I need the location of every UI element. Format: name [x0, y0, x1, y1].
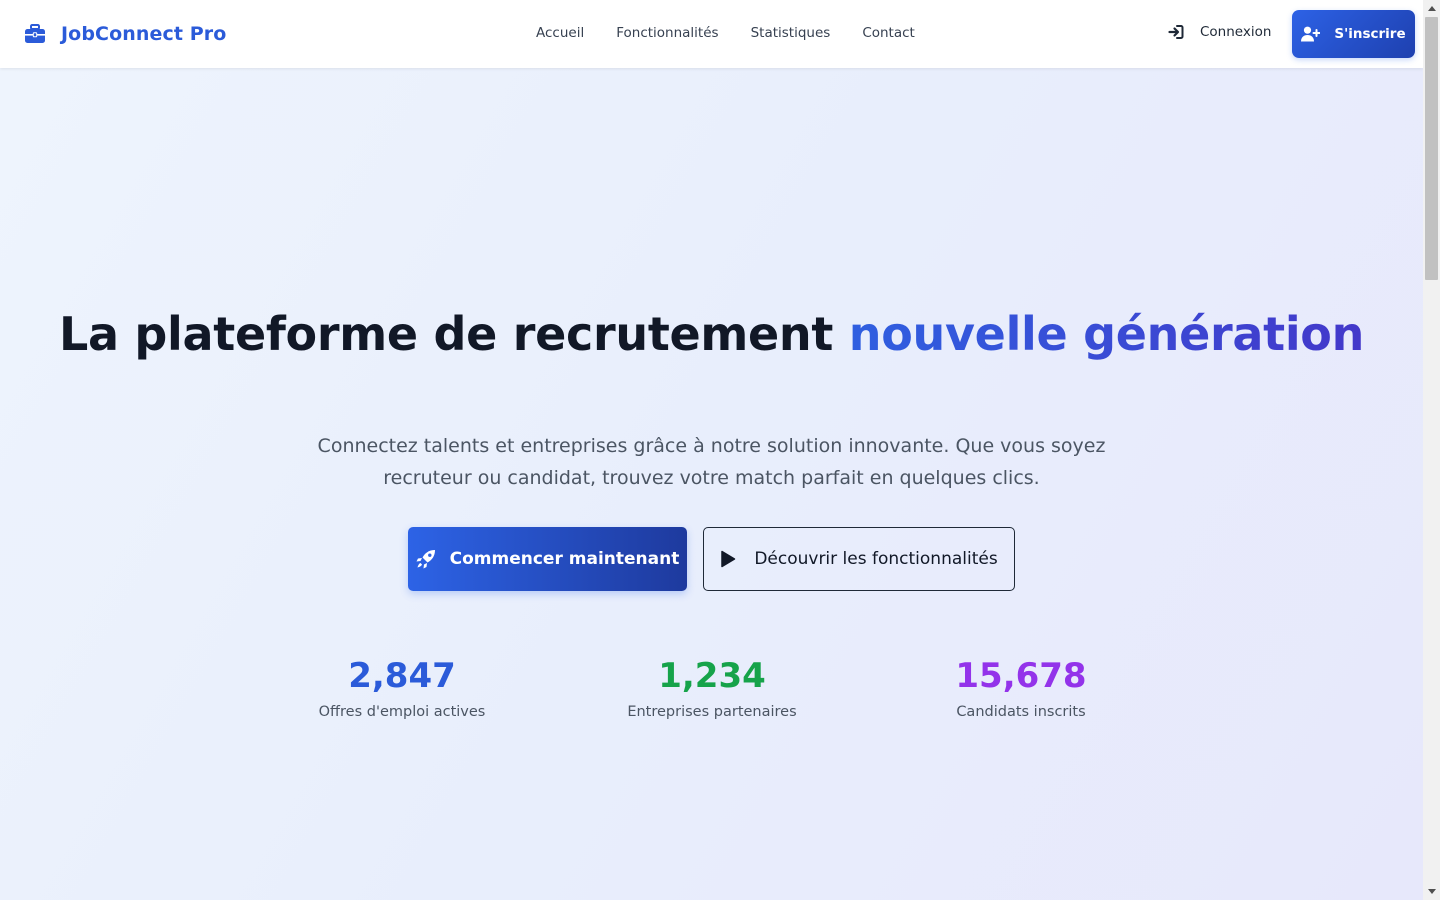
discover-features-button[interactable]: Découvrir les fonctionnalités — [703, 527, 1015, 591]
play-icon — [721, 550, 736, 568]
stat-registered-candidates: 15,678 Candidats inscrits — [891, 656, 1151, 720]
start-now-button[interactable]: Commencer maintenant — [408, 527, 687, 591]
stat-label: Entreprises partenaires — [627, 704, 797, 720]
scroll-up-arrow-icon[interactable] — [1423, 0, 1440, 17]
scroll-down-arrow-icon[interactable] — [1423, 883, 1440, 900]
stat-job-offers: 2,847 Offres d'emploi actives — [272, 656, 532, 720]
login-label: Connexion — [1200, 24, 1272, 40]
main-nav: Accueil Fonctionnalités Statistiques Con… — [536, 25, 947, 41]
stat-value: 15,678 — [955, 656, 1087, 696]
top-navbar: JobConnect Pro Accueil Fonctionnalités S… — [0, 0, 1423, 68]
rocket-icon — [416, 550, 435, 569]
briefcase-icon — [25, 24, 45, 43]
start-now-label: Commencer maintenant — [449, 549, 680, 569]
stat-partner-companies: 1,234 Entreprises partenaires — [582, 656, 842, 720]
nav-contact[interactable]: Contact — [862, 25, 915, 41]
signup-label: S'inscrire — [1334, 26, 1406, 42]
nav-accueil[interactable]: Accueil — [536, 25, 584, 41]
nav-fonctionnalites[interactable]: Fonctionnalités — [616, 25, 718, 41]
headline-accent: nouvelle génération — [848, 307, 1365, 361]
stat-value: 1,234 — [658, 656, 766, 696]
nav-statistiques[interactable]: Statistiques — [751, 25, 831, 41]
hero-subtitle: Connectez talents et entreprises grâce à… — [317, 435, 1106, 489]
stat-label: Candidats inscrits — [956, 704, 1086, 720]
signup-button[interactable]: S'inscrire — [1292, 10, 1415, 58]
discover-features-label: Découvrir les fonctionnalités — [754, 549, 998, 569]
scrollbar-thumb[interactable] — [1425, 17, 1438, 280]
brand-name: JobConnect Pro — [61, 23, 227, 45]
vertical-scrollbar[interactable] — [1423, 0, 1440, 900]
page: JobConnect Pro Accueil Fonctionnalités S… — [0, 0, 1423, 900]
headline-main: La plateforme de recrutement — [58, 307, 849, 361]
brand-logo[interactable]: JobConnect Pro — [24, 20, 226, 48]
stat-value: 2,847 — [348, 656, 456, 696]
hero-headline: La plateforme de recrutement nouvelle gé… — [0, 310, 1423, 358]
user-plus-icon — [1301, 26, 1321, 42]
sign-in-icon — [1168, 25, 1184, 39]
login-button[interactable]: Connexion — [1168, 24, 1271, 40]
stat-label: Offres d'emploi actives — [318, 704, 486, 720]
hero-section: La plateforme de recrutement nouvelle gé… — [0, 68, 1423, 900]
